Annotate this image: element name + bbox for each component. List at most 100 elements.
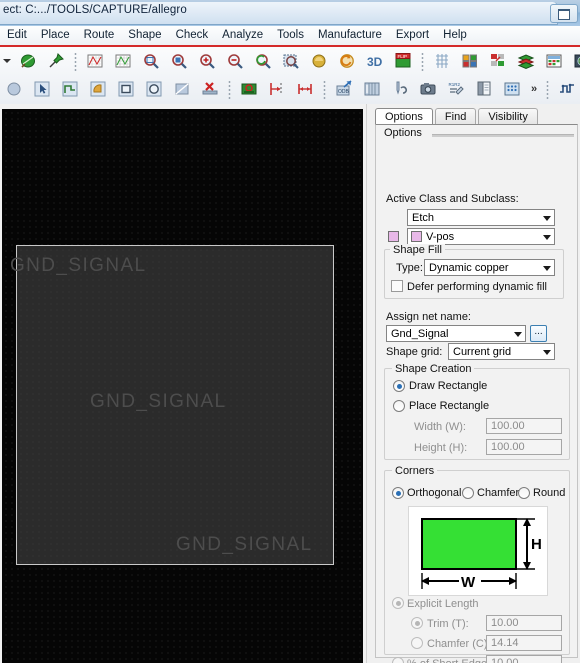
select-button[interactable] — [29, 76, 55, 101]
net-schedule-button[interactable] — [15, 49, 41, 74]
view-3d-button[interactable]: 3D — [362, 49, 388, 74]
dimension-button[interactable] — [292, 76, 318, 101]
explicit-length-radio[interactable] — [392, 597, 404, 609]
toolbar-grip[interactable] — [72, 51, 79, 71]
bom-button[interactable] — [499, 76, 525, 101]
menu-item-export[interactable]: Export — [389, 26, 436, 45]
shape-arc-button[interactable] — [85, 76, 111, 101]
chamfer-radio[interactable] — [411, 637, 423, 649]
zoom-in-icon — [200, 54, 215, 69]
toolbar-grip[interactable] — [419, 51, 426, 71]
screenshot-button[interactable] — [415, 76, 441, 101]
chamfer-corner-radio[interactable] — [462, 487, 474, 499]
zoom-world-button[interactable] — [166, 49, 192, 74]
shape-circle-button[interactable] — [1, 76, 27, 101]
shape-rectangle-button[interactable] — [113, 76, 139, 101]
place-rectangle-radio[interactable] — [393, 400, 405, 412]
rectangle-dimension-diagram: H W — [421, 518, 542, 591]
ratsnest-button[interactable] — [82, 49, 108, 74]
report-button[interactable] — [471, 76, 497, 101]
tab-visibility[interactable]: Visibility — [478, 108, 538, 125]
menu-item-analyze[interactable]: Analyze — [215, 26, 270, 45]
assign-net-name-combo[interactable]: Gnd_Signal — [386, 325, 526, 342]
subclass-color-swatch — [411, 231, 422, 242]
net-browse-button[interactable]: ... — [530, 325, 547, 342]
toolbar-grip[interactable] — [544, 78, 551, 99]
short-edge-input[interactable]: 10.00 — [486, 655, 562, 663]
grid-toggle-button[interactable] — [429, 49, 455, 74]
trim-radio[interactable] — [411, 617, 423, 629]
grid-display-button[interactable] — [110, 49, 136, 74]
artwork-button[interactable] — [359, 76, 385, 101]
shape-arc-icon — [90, 81, 106, 96]
restore-window-button[interactable] — [550, 4, 578, 23]
active-class-combo[interactable]: Etch — [407, 209, 555, 226]
orthogonal-radio[interactable] — [392, 487, 404, 499]
menu-item-route[interactable]: Route — [77, 26, 122, 45]
subclass-color-swatch-outer[interactable] — [388, 231, 399, 242]
corners-group-label: Corners — [392, 465, 438, 477]
silkscreen-button[interactable]: R1R2 — [443, 76, 469, 101]
color-palette-button[interactable] — [457, 49, 483, 74]
active-subclass-combo[interactable]: V-pos — [407, 228, 555, 245]
shape-delete-button[interactable] — [197, 76, 223, 101]
shape-polygon-icon — [62, 81, 78, 96]
shape-grid-combo[interactable]: Current grid — [448, 343, 555, 360]
trim-input[interactable]: 10.00 — [486, 615, 562, 631]
menu-item-help[interactable]: Help — [436, 26, 474, 45]
measure-edge-icon — [270, 82, 282, 95]
shape-circle-filled-button[interactable] — [141, 76, 167, 101]
zoom-selection-button[interactable] — [278, 49, 304, 74]
height-input[interactable]: 100.00 — [486, 439, 562, 455]
drill-legend-button[interactable] — [387, 76, 413, 101]
corner-preview: H W — [408, 506, 548, 596]
dimension-icon — [298, 83, 312, 94]
zoom-fit-button[interactable] — [138, 49, 164, 74]
w-marker-label: W — [461, 574, 476, 591]
width-label: Width (W): — [414, 421, 466, 433]
layers-button[interactable] — [513, 49, 539, 74]
toolbar-grip[interactable] — [226, 78, 233, 99]
draw-rectangle-radio[interactable] — [393, 380, 405, 392]
defer-dynamic-fill-checkbox[interactable] — [391, 280, 403, 292]
chamfer-input[interactable]: 14.14 — [486, 635, 562, 651]
menu-item-edit[interactable]: Edit — [0, 26, 34, 45]
subclass-button[interactable] — [485, 49, 511, 74]
menu-item-shape[interactable]: Shape — [121, 26, 168, 45]
drc-globe-button[interactable] — [569, 49, 580, 74]
pin-button[interactable] — [43, 49, 69, 74]
color-view-button[interactable] — [306, 49, 332, 74]
round-corner-radio[interactable] — [518, 487, 530, 499]
menu-item-tools[interactable]: Tools — [270, 26, 311, 45]
menu-item-place[interactable]: Place — [34, 26, 77, 45]
toolbar-dropdown-arrow-icon[interactable] — [0, 50, 14, 72]
menu-item-manufacture[interactable]: Manufacture — [311, 26, 389, 45]
short-edge-radio[interactable] — [392, 657, 404, 663]
odb-export-button[interactable]: ODB — [331, 76, 357, 101]
place-manual-button[interactable] — [236, 76, 262, 101]
tab-find[interactable]: Find — [434, 108, 477, 125]
menu-item-check[interactable]: Check — [169, 26, 216, 45]
signal-analysis-button[interactable] — [554, 76, 580, 101]
measure-button[interactable] — [264, 76, 290, 101]
color-view-icon — [312, 54, 326, 68]
shape-void-button[interactable] — [169, 76, 195, 101]
zoom-previous-button[interactable] — [250, 49, 276, 74]
view-3d-icon: 3D — [367, 55, 383, 69]
zoom-out-button[interactable] — [222, 49, 248, 74]
zoom-in-button[interactable] — [194, 49, 220, 74]
toolbar-row-1: 3D FLIP — [0, 47, 580, 75]
defer-dynamic-fill-label: Defer performing dynamic fill — [407, 281, 547, 293]
svg-text:FLIP: FLIP — [398, 54, 408, 59]
toolbar-grip[interactable] — [321, 78, 328, 99]
chevron-down-icon — [543, 216, 551, 221]
toolbar-overflow-button[interactable]: » — [526, 78, 542, 100]
flip-design-button[interactable]: FLIP — [390, 49, 416, 74]
pcb-canvas[interactable]: GND_SIGNAL GND_SIGNAL GND_SIGNAL — [2, 109, 363, 663]
constraint-manager-button[interactable] — [541, 49, 567, 74]
shape-polygon-button[interactable] — [57, 76, 83, 101]
shape-creation-group-label: Shape Creation — [392, 363, 475, 375]
width-input[interactable]: 100.00 — [486, 418, 562, 434]
undo-button[interactable] — [334, 49, 360, 74]
shape-fill-type-combo[interactable]: Dynamic copper — [424, 259, 555, 276]
